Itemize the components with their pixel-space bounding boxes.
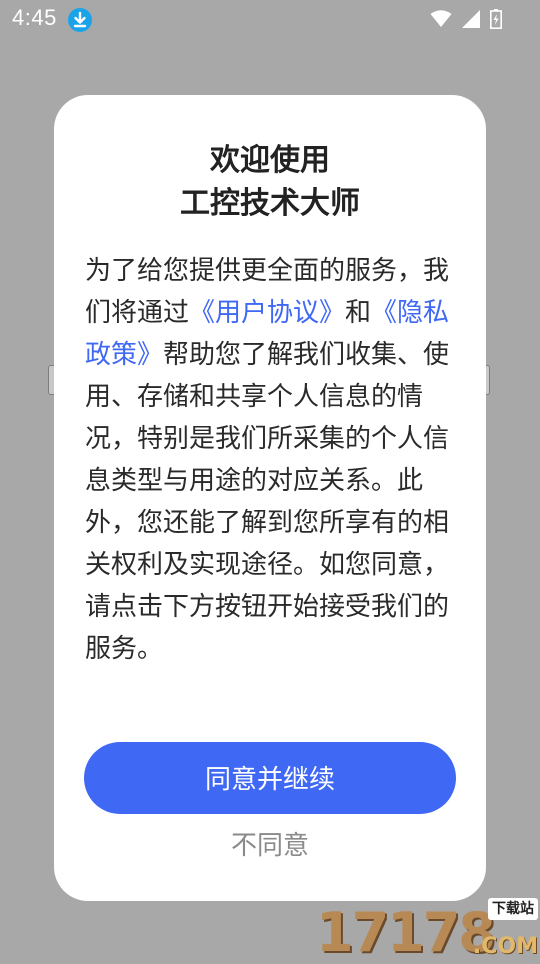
body-text-details: 帮助您了解我们收集、使用、存储和共享个人信息的情况，特别是我们所采集的个人信息类… [85,340,450,664]
watermark-domain: .COM [472,934,538,959]
body-text-and: 和 [345,298,372,328]
disagree-button[interactable]: 不同意 [54,826,486,866]
cellular-signal-icon [462,10,480,28]
status-icons [430,9,502,29]
watermark-number: 17178 [316,901,496,964]
battery-charging-icon [490,9,502,29]
status-time: 4:45 [12,5,57,30]
user-agreement-link[interactable]: 《用户协议》 [189,298,345,328]
dialog-title-app-name: 工控技术大师 [180,186,360,221]
dialog-body-text: 为了给您提供更全面的服务，我们将通过《用户协议》和《隐私政策》帮助您了解我们收集… [85,250,455,670]
watermark-tag: 下载站 [488,898,538,920]
status-bar: 4:45 [0,0,540,38]
download-icon [68,8,92,32]
watermark-logo: 17178 下载站 .COM [314,898,540,960]
wifi-icon [430,10,452,27]
agree-and-continue-button[interactable]: 同意并继续 [84,742,456,814]
dialog-title-welcome: 欢迎使用 [210,143,330,178]
privacy-consent-dialog: 欢迎使用 工控技术大师 为了给您提供更全面的服务，我们将通过《用户协议》和《隐私… [54,95,486,901]
